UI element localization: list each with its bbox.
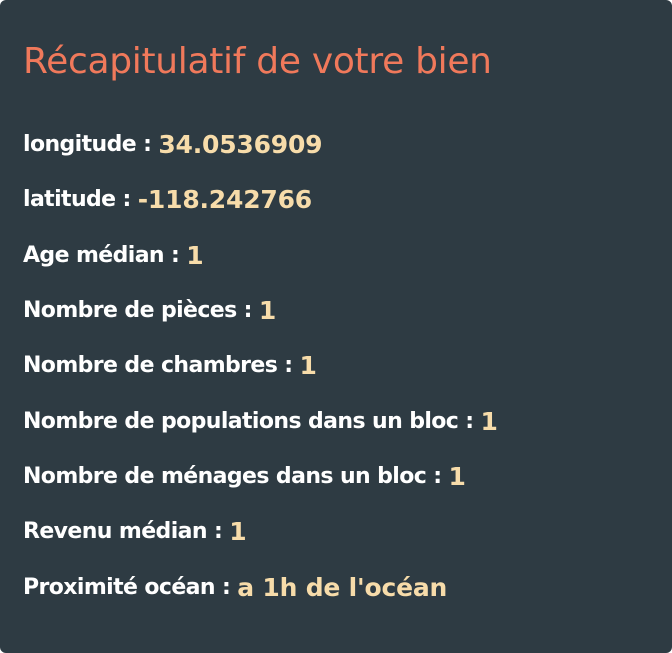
- field-median-income: Revenu médian : 1: [23, 504, 498, 559]
- field-label: longitude :: [23, 132, 152, 158]
- field-label: Revenu médian :: [23, 519, 223, 545]
- field-population: Nombre de populations dans un bloc : 1: [23, 393, 498, 448]
- field-label: Proximité océan :: [23, 574, 231, 600]
- summary-title: Récapitulatif de votre bien: [23, 41, 492, 82]
- field-label: Nombre de chambres :: [23, 353, 293, 379]
- field-label: latitude :: [23, 187, 131, 213]
- field-bedrooms: Nombre de chambres : 1: [23, 338, 498, 393]
- field-value: 1: [186, 240, 204, 270]
- field-label: Nombre de populations dans un bloc :: [23, 408, 474, 434]
- field-value: 1: [258, 296, 277, 326]
- field-value: 1: [480, 406, 498, 436]
- field-value: 1: [229, 517, 247, 547]
- field-value: 1: [448, 461, 466, 491]
- field-value: 1: [299, 351, 317, 381]
- field-label: Nombre de pièces :: [23, 298, 252, 324]
- field-longitude: longitude : 34.0536909: [23, 117, 498, 172]
- field-value: a 1h de l'océan: [237, 572, 448, 602]
- field-ocean-proximity: Proximité océan : a 1h de l'océan: [23, 559, 498, 614]
- field-households: Nombre de ménages dans un bloc : 1: [23, 449, 498, 504]
- field-label: Nombre de ménages dans un bloc :: [23, 463, 442, 489]
- field-value: 34.0536909: [158, 130, 323, 160]
- field-rooms: Nombre de pièces : 1: [23, 283, 498, 338]
- field-latitude: latitude : -118.242766: [23, 172, 498, 227]
- field-value: -118.242766: [137, 185, 312, 215]
- summary-fields: longitude : 34.0536909 latitude : -118.2…: [23, 117, 498, 615]
- field-label: Age médian :: [23, 242, 180, 268]
- field-median-age: Age médian : 1: [23, 228, 498, 283]
- property-summary-card: Récapitulatif de votre bien longitude : …: [0, 0, 672, 653]
